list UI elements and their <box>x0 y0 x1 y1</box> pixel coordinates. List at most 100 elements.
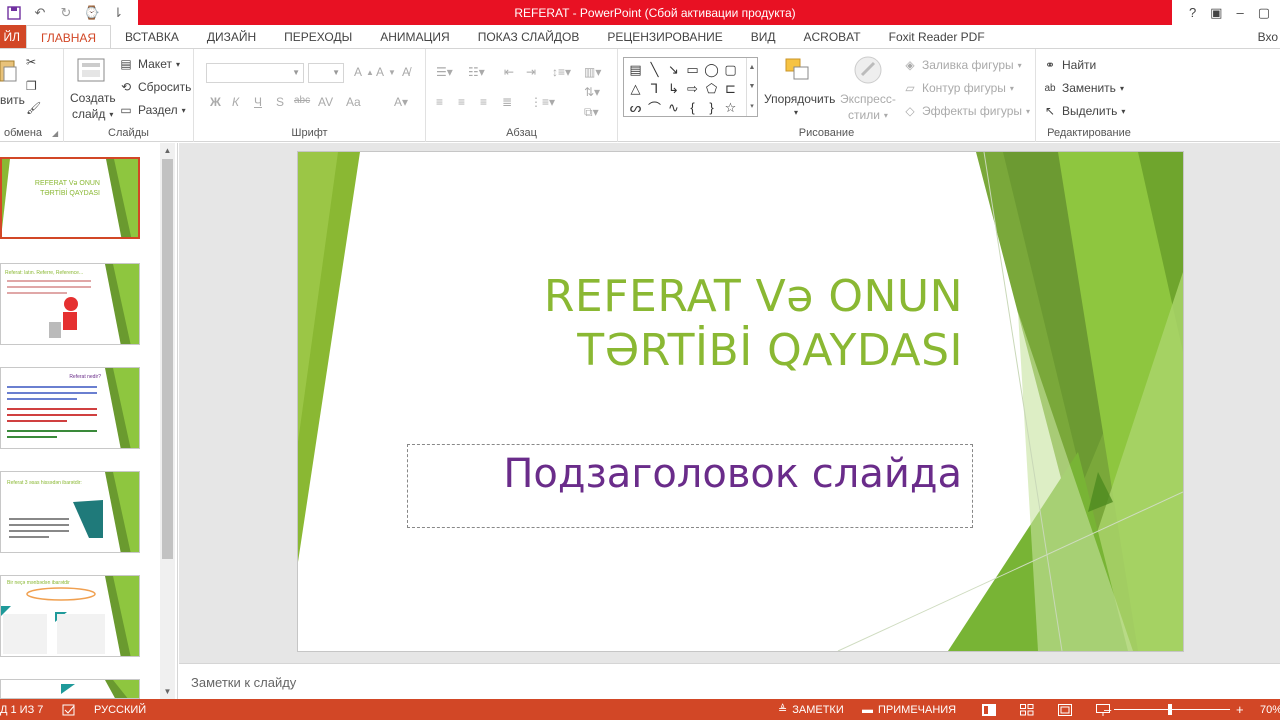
arrange-icon[interactable] <box>784 57 816 85</box>
tab-view[interactable]: ВИД <box>737 25 790 49</box>
maximize-icon[interactable]: ▢ <box>1258 5 1270 21</box>
slide-thumbnail-3[interactable]: Referat nedir? <box>0 367 140 449</box>
new-slide-label-1[interactable]: Создать <box>70 91 116 105</box>
format-painter-icon[interactable]: 🖌 <box>26 101 41 115</box>
font-color-icon[interactable]: A▾ <box>394 95 408 109</box>
layout-button[interactable]: ▤ Макет ▾ <box>118 56 180 72</box>
tab-slideshow[interactable]: ПОКАЗ СЛАЙДОВ <box>464 25 594 49</box>
tab-design[interactable]: ДИЗАЙН <box>193 25 270 49</box>
tab-insert[interactable]: ВСТАВКА <box>111 25 193 49</box>
arc-shape-icon[interactable]: ⌒ <box>645 98 664 117</box>
columns-layout-icon[interactable]: ⋮≡▾ <box>530 95 555 109</box>
reset-button[interactable]: ⟲ Сбросить <box>118 79 191 95</box>
paste-button[interactable]: вить <box>0 93 25 107</box>
select-button[interactable]: ↖ Выделить ▾ <box>1042 103 1125 119</box>
shrink-font-icon[interactable]: A ▼ <box>376 65 396 79</box>
save-icon[interactable] <box>4 3 24 23</box>
notes-pane[interactable]: Заметки к слайду <box>179 663 1280 699</box>
zoom-in-icon[interactable]: + <box>1236 699 1244 720</box>
customize-icon[interactable]: ⇂ <box>108 3 128 23</box>
zoom-out-icon[interactable]: – <box>1104 699 1111 720</box>
line-shape-icon[interactable]: ╲ <box>645 60 664 79</box>
new-slide-icon[interactable] <box>76 57 108 85</box>
align-right-icon[interactable]: ≡ <box>480 95 487 109</box>
redo-icon[interactable]: ↻ <box>56 3 76 23</box>
undo-icon[interactable]: ↶ <box>30 3 50 23</box>
brace-left-shape-icon[interactable]: { <box>683 98 702 117</box>
tab-transitions[interactable]: ПЕРЕХОДЫ <box>270 25 366 49</box>
new-slide-button[interactable]: слайд ▾ <box>72 107 113 121</box>
notes-toggle-button[interactable]: ≜ ЗАМЕТКИ <box>778 699 844 720</box>
shape-effects-button[interactable]: ◇ Эффекты фигуры ▾ <box>902 103 1030 119</box>
underline-button[interactable]: Ч <box>254 95 262 109</box>
present-icon[interactable]: ⌚ <box>82 3 102 23</box>
rounded-rect-shape-icon[interactable]: ▢ <box>721 60 740 79</box>
comments-toggle-button[interactable]: ▬ ПРИМЕЧАНИЯ <box>862 699 956 720</box>
zoom-level[interactable]: 70% <box>1260 699 1280 720</box>
italic-button[interactable]: К <box>232 95 239 109</box>
replace-button[interactable]: ab Заменить ▾ <box>1042 80 1124 96</box>
scroll-down-icon[interactable]: ▼ <box>160 684 175 699</box>
language-indicator[interactable]: РУССКИЙ <box>94 699 146 720</box>
slide-sorter-icon[interactable] <box>1020 699 1034 720</box>
chevron-down-icon[interactable]: ▼ <box>749 83 756 90</box>
elbow-arrow-shape-icon[interactable]: ↳ <box>664 79 683 98</box>
grow-font-icon[interactable]: A ▲ <box>354 65 374 79</box>
triangle-shape-icon[interactable]: △ <box>626 79 645 98</box>
tab-animations[interactable]: АНИМАЦИЯ <box>366 25 463 49</box>
textbox-shape-icon[interactable]: ▤ <box>626 60 645 79</box>
smartart-icon[interactable]: ⧉▾ <box>584 105 599 120</box>
brace-right-shape-icon[interactable]: } <box>702 98 721 117</box>
slide-thumbnail-4[interactable]: Referat 3 əsas hissədən ibarətdir: <box>0 471 140 553</box>
font-family-combo[interactable]: ▼ <box>206 63 304 83</box>
clear-format-icon[interactable]: A̸ <box>402 65 410 79</box>
more-icon[interactable]: ▾ <box>750 102 754 110</box>
curve-shape-icon[interactable]: ᔕ <box>626 98 645 117</box>
align-left-icon[interactable]: ≡ <box>436 95 443 109</box>
slide-thumbnail-6[interactable] <box>0 679 140 699</box>
slide-thumbnail-2[interactable]: Referat: latın. Referre, Reference... <box>0 263 140 345</box>
increase-indent-icon[interactable]: ⇥ <box>526 65 536 79</box>
minimize-icon[interactable]: – <box>1236 5 1243 20</box>
ribbon-display-icon[interactable]: ▣ <box>1210 5 1222 21</box>
quick-styles-button[interactable]: стили ▾ <box>848 108 888 122</box>
pentagon-shape-icon[interactable]: ⬠ <box>702 79 721 98</box>
decrease-indent-icon[interactable]: ⇤ <box>504 65 514 79</box>
shapes-gallery[interactable]: ▤ ╲ ↘ ▭ ◯ ▢ △ ⅂ ↳ ⇨ ⬠ ⊏ ᔕ ⌒ ∿ { } ☆ ▲ ▼ … <box>623 57 758 117</box>
slide-title[interactable]: REFERAT Və ONUN TƏRTİBİ QAYDASI <box>403 270 963 378</box>
chevron-shape-icon[interactable]: ⊏ <box>721 79 740 98</box>
justify-icon[interactable]: ≣ <box>502 95 512 109</box>
normal-view-icon[interactable] <box>982 699 996 720</box>
change-case-button[interactable]: Aa <box>346 95 361 109</box>
shape-outline-button[interactable]: ▱ Контур фигуры ▾ <box>902 80 1014 96</box>
elbow-shape-icon[interactable]: ⅂ <box>645 79 664 98</box>
current-slide[interactable]: REFERAT Və ONUN TƏRTİBİ QAYDASI Подзагол… <box>298 152 1183 651</box>
spelling-icon[interactable] <box>62 699 76 720</box>
text-direction-icon[interactable]: ⇅▾ <box>584 85 600 99</box>
copy-icon[interactable]: ❐ <box>26 79 37 93</box>
columns-icon[interactable]: ▥▾ <box>584 65 601 79</box>
quick-styles-icon[interactable] <box>852 55 884 84</box>
subtitle-placeholder[interactable]: Подзаголовок слайда <box>407 444 973 528</box>
cut-icon[interactable]: ✂ <box>26 55 36 69</box>
chevron-up-icon[interactable]: ▲ <box>749 64 756 71</box>
rectangle-shape-icon[interactable]: ▭ <box>683 60 702 79</box>
tab-foxit[interactable]: Foxit Reader PDF <box>875 25 999 49</box>
chevron-down-icon[interactable]: ▾ <box>794 108 798 117</box>
scrollbar-thumb[interactable] <box>162 159 173 559</box>
star-shape-icon[interactable]: ☆ <box>721 98 740 117</box>
shape-fill-button[interactable]: ◈ Заливка фигуры ▾ <box>902 57 1021 73</box>
tab-review[interactable]: РЕЦЕНЗИРОВАНИЕ <box>593 25 736 49</box>
font-size-combo[interactable]: ▼ <box>308 63 344 83</box>
tab-acrobat[interactable]: ACROBAT <box>790 25 875 49</box>
thumbnails-scrollbar[interactable]: ▲ ▼ <box>160 143 175 699</box>
zoom-slider-track[interactable] <box>1114 709 1230 710</box>
slide-thumbnail-5[interactable]: Bir neçə mənbədən ibarətdir <box>0 575 140 657</box>
line-spacing-icon[interactable]: ↕≡▾ <box>552 65 571 79</box>
char-spacing-icon[interactable]: AV <box>318 95 333 109</box>
tab-home[interactable]: ГЛАВНАЯ <box>26 25 112 49</box>
scroll-up-icon[interactable]: ▲ <box>160 143 175 158</box>
freeform-shape-icon[interactable]: ∿ <box>664 98 683 117</box>
bullets-icon[interactable]: ☰▾ <box>436 65 453 79</box>
shadow-button[interactable]: S <box>276 95 284 109</box>
